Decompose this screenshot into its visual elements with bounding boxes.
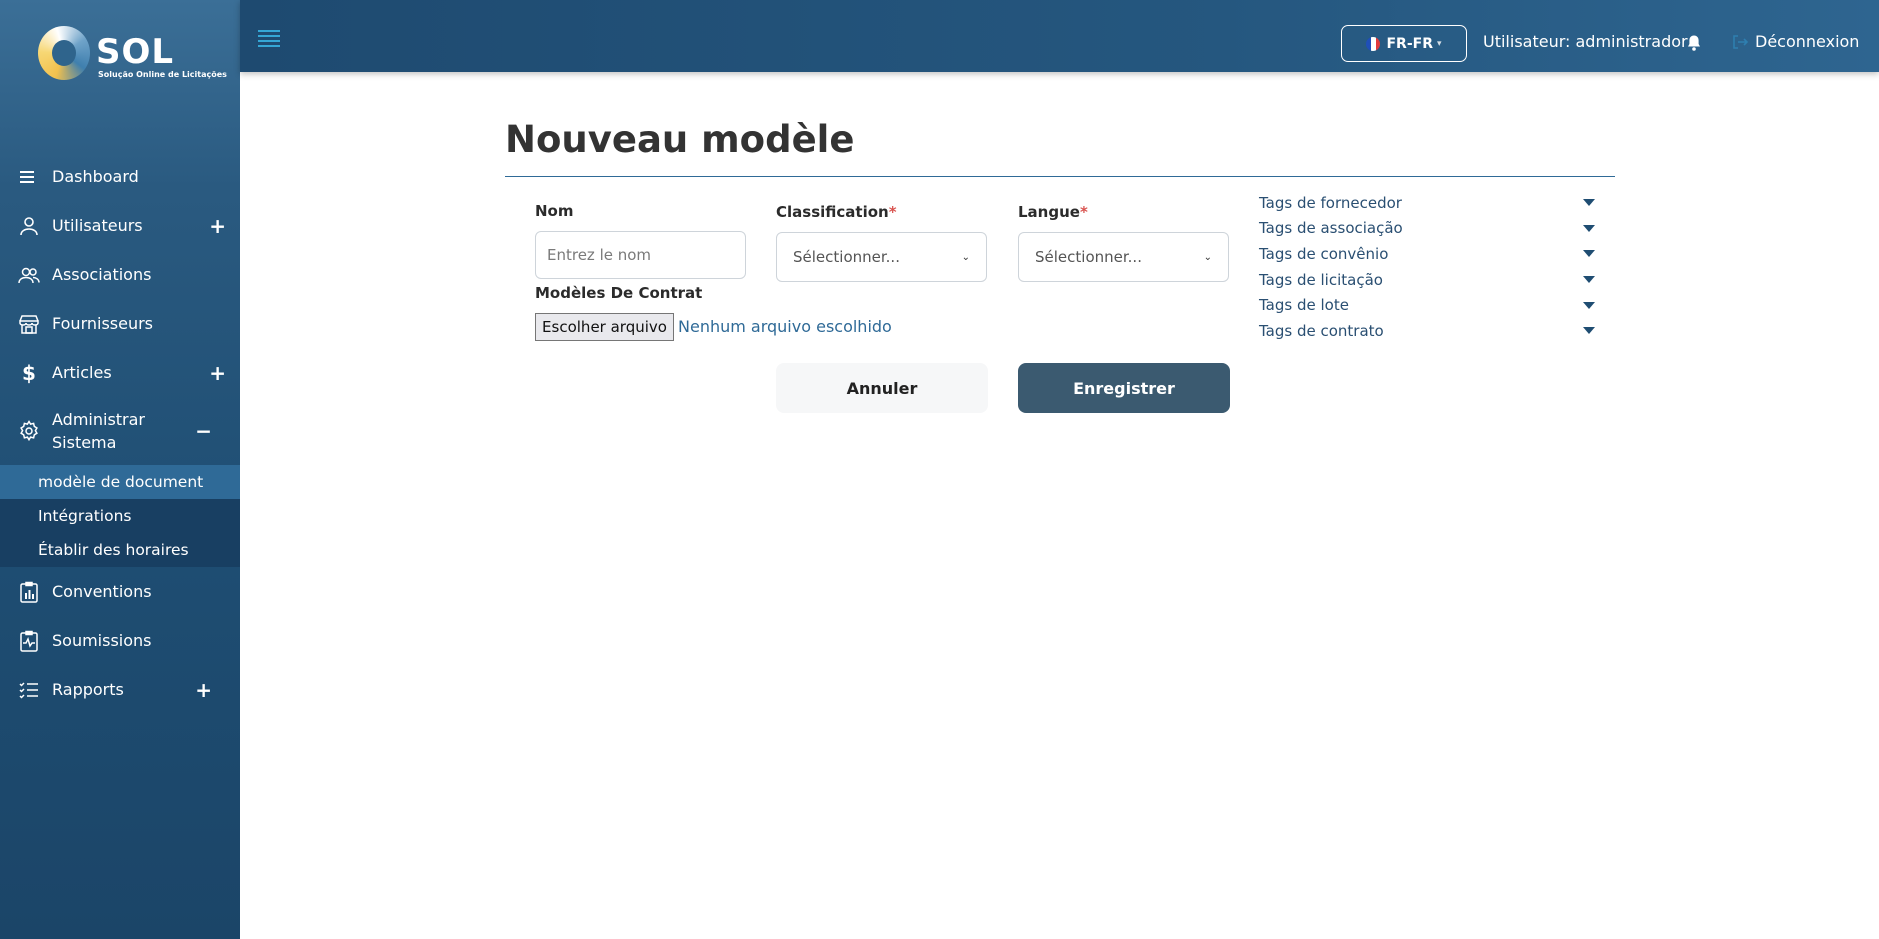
sidebar-subitem-etablir-des-horaires[interactable]: Établir des horaires <box>0 533 240 567</box>
current-user: Utilisateur: administrador <box>1483 32 1688 51</box>
clipboard-pulse-icon <box>18 630 40 652</box>
sidebar-item-associations[interactable]: Associations <box>0 250 240 299</box>
brand-name: SOL <box>96 32 175 72</box>
caret-down-icon <box>1583 250 1595 258</box>
classification-label-text: Classification <box>776 203 889 221</box>
tag-group-label: Tags de licitação <box>1259 270 1383 289</box>
tags-convenio-toggle[interactable]: Tags de convênio <box>1259 241 1601 267</box>
french-flag-icon <box>1366 36 1381 51</box>
classification-select-value: Sélectionner... <box>793 248 900 266</box>
store-icon <box>18 313 40 335</box>
page-title: Nouveau modèle <box>505 118 855 161</box>
sidebar-item-label: Conventions <box>52 582 152 601</box>
sidebar-item-label: Soumissions <box>52 631 152 650</box>
caret-down-icon <box>1583 276 1595 284</box>
cancel-button[interactable]: Annuler <box>776 363 988 413</box>
sidebar: SOL Solução Online de Licitações Dashboa… <box>0 0 240 939</box>
file-status-text: Nenhum arquivo escolhido <box>678 317 892 336</box>
name-label: Nom <box>535 202 574 220</box>
caret-down-icon <box>1583 199 1595 207</box>
chevron-down-icon: ⌄ <box>1203 251 1212 263</box>
required-mark: * <box>1079 203 1088 221</box>
caret-down-icon <box>1583 327 1595 335</box>
name-input[interactable] <box>535 231 746 279</box>
tag-group-label: Tags de associação <box>1259 219 1403 238</box>
caret-down-icon <box>1583 301 1595 309</box>
sidebar-item-label: Administrar Sistema <box>52 410 146 452</box>
tags-contrato-toggle[interactable]: Tags de contrato <box>1259 318 1601 344</box>
classification-select[interactable]: Sélectionner... ⌄ <box>776 232 987 282</box>
sidebar-item-label: Dashboard <box>52 167 139 186</box>
chevron-down-icon: ▾ <box>1436 38 1442 49</box>
sidebar-item-rapports[interactable]: Rapports + <box>0 665 240 714</box>
admin-submenu: modèle de document Intégrations Établir … <box>0 465 240 567</box>
sidebar-item-articles[interactable]: $ Articles + <box>0 348 240 397</box>
sidebar-item-label: Utilisateurs <box>52 216 143 235</box>
sidebar-item-dashboard[interactable]: Dashboard <box>0 152 240 201</box>
contract-templates-label: Modèles De Contrat <box>535 284 703 302</box>
brand-tagline: Solução Online de Licitações <box>98 70 227 79</box>
sidebar-item-utilisateurs[interactable]: Utilisateurs + <box>0 201 240 250</box>
expand-icon[interactable]: + <box>209 214 226 238</box>
checklist-icon <box>18 679 40 701</box>
title-divider <box>505 176 1615 177</box>
sidebar-item-soumissions[interactable]: Soumissions <box>0 616 240 665</box>
tag-group-label: Tags de fornecedor <box>1259 193 1402 212</box>
clipboard-chart-icon <box>18 581 40 603</box>
chevron-down-icon: ⌄ <box>961 251 970 263</box>
sidebar-nav: Dashboard Utilisateurs + Associations Fo… <box>0 152 240 714</box>
users-icon <box>18 264 40 286</box>
caret-down-icon <box>1583 224 1595 232</box>
tags-panel: Tags de fornecedor Tags de associação Ta… <box>1259 190 1601 344</box>
tag-group-label: Tags de contrato <box>1259 321 1384 340</box>
language-select-value: Sélectionner... <box>1035 248 1142 266</box>
dollar-icon: $ <box>22 360 36 385</box>
sidebar-subitem-modele-de-document[interactable]: modèle de document <box>0 465 240 499</box>
bell-icon[interactable] <box>1686 34 1702 52</box>
tags-associacao-toggle[interactable]: Tags de associação <box>1259 216 1601 242</box>
save-button[interactable]: Enregistrer <box>1018 363 1230 413</box>
classification-label: Classification* <box>776 203 897 221</box>
sidebar-item-fournisseurs[interactable]: Fournisseurs <box>0 299 240 348</box>
top-bar: FR-FR ▾ Utilisateur: administrador Décon… <box>240 0 1879 72</box>
language-select[interactable]: Sélectionner... ⌄ <box>1018 232 1229 282</box>
language-label: FR-FR <box>1386 35 1433 52</box>
expand-icon[interactable]: + <box>209 361 226 385</box>
tags-fornecedor-toggle[interactable]: Tags de fornecedor <box>1259 190 1601 216</box>
tag-group-label: Tags de convênio <box>1259 244 1389 263</box>
user-icon <box>18 215 40 237</box>
sidebar-item-conventions[interactable]: Conventions <box>0 567 240 616</box>
sol-logo-mark-icon <box>38 26 90 80</box>
sidebar-item-label: Articles <box>52 363 112 382</box>
required-mark: * <box>888 203 897 221</box>
choose-file-button[interactable]: Escolher arquivo <box>535 313 674 341</box>
language-selector[interactable]: FR-FR ▾ <box>1341 25 1467 62</box>
tag-group-label: Tags de lote <box>1259 296 1349 315</box>
expand-icon[interactable]: + <box>195 678 212 702</box>
logout-icon[interactable] <box>1731 33 1749 51</box>
tags-lote-toggle[interactable]: Tags de lote <box>1259 292 1601 318</box>
tags-licitacao-toggle[interactable]: Tags de licitação <box>1259 267 1601 293</box>
sol-logo[interactable]: SOL Solução Online de Licitações <box>38 26 227 86</box>
logout-link[interactable]: Déconnexion <box>1755 32 1859 51</box>
language-field-label: Langue* <box>1018 203 1088 221</box>
language-label-text: Langue <box>1018 203 1080 221</box>
sidebar-item-label: Fournisseurs <box>52 314 154 333</box>
gear-icon <box>18 420 40 442</box>
sidebar-item-label: Associations <box>52 265 152 284</box>
collapse-icon[interactable]: − <box>195 419 212 443</box>
sidebar-item-label: Rapports <box>52 680 124 699</box>
menu-lines-icon <box>18 166 40 188</box>
hamburger-menu-icon[interactable] <box>258 30 280 47</box>
sidebar-subitem-integrations[interactable]: Intégrations <box>0 499 240 533</box>
sidebar-item-administrar-sistema[interactable]: Administrar Sistema − <box>0 397 240 465</box>
